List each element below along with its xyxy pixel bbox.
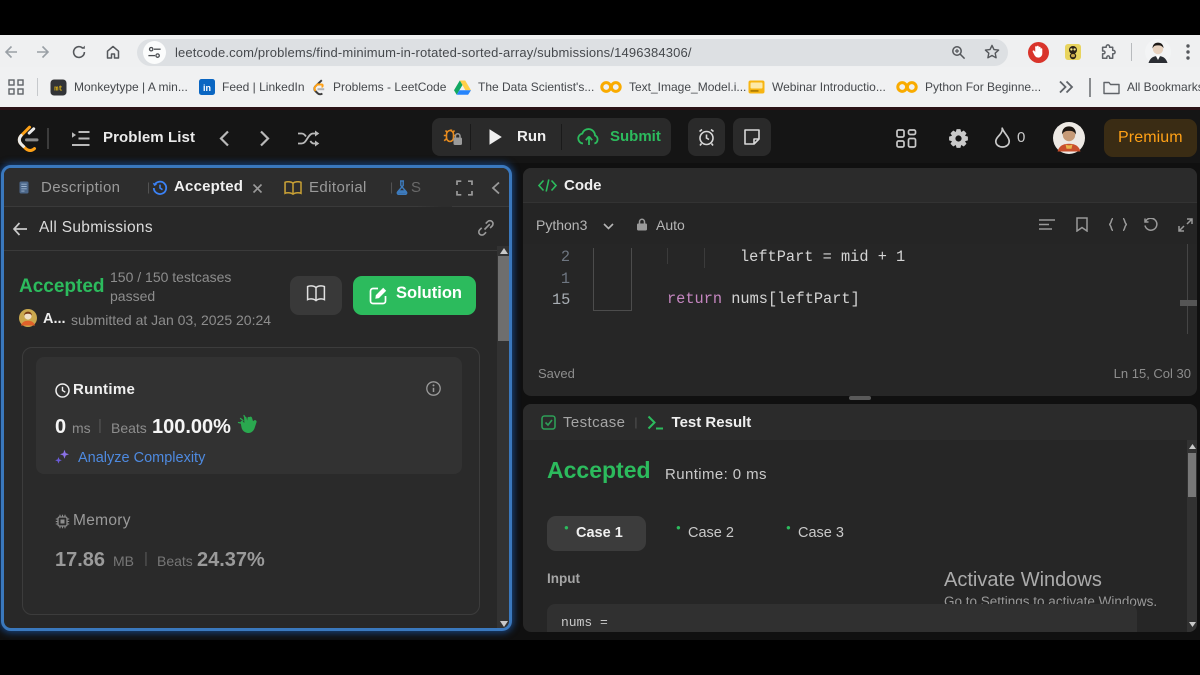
svg-text:in: in (203, 83, 211, 93)
svg-text:mt: mt (54, 85, 62, 93)
